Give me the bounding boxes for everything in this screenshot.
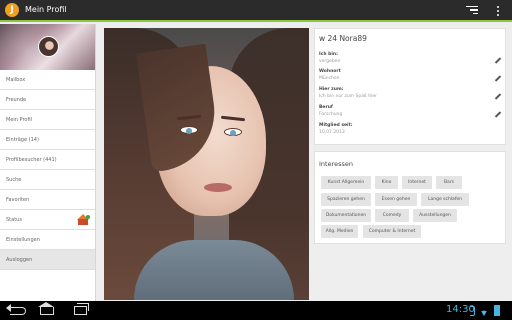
home-icon[interactable]: [38, 302, 54, 315]
interest-chip[interactable]: Essen gehen: [375, 193, 417, 206]
sidebar-item-mailbox[interactable]: Mailbox: [0, 70, 95, 90]
profile-header[interactable]: [0, 24, 95, 70]
battery-icon: [494, 305, 500, 316]
edit-residence-icon[interactable]: [495, 76, 501, 82]
interests-card: Interessen Kunst Allgemein Kino Internet…: [314, 151, 506, 244]
interest-chip[interactable]: Ausstellungen: [413, 209, 457, 222]
sidebar-item-label: Mein Profil: [6, 117, 33, 123]
sidebar-item-settings[interactable]: Einstellungen: [0, 230, 95, 250]
edit-occupation-icon[interactable]: [495, 112, 501, 118]
interest-chip[interactable]: Dokumentationen: [321, 209, 371, 222]
interest-chip[interactable]: Lange schlafen: [421, 193, 469, 206]
field-member-since: Mitglied seit: 10.07.2013: [319, 123, 353, 135]
edit-relationship-icon[interactable]: [495, 58, 501, 64]
interest-chip[interactable]: Bars: [436, 176, 462, 189]
sidebar-item-favorites[interactable]: Favoriten: [0, 190, 95, 210]
back-icon[interactable]: [6, 304, 26, 315]
page-title: Mein Profil: [25, 5, 67, 14]
field-relationship: Ich bin: vergeben: [319, 52, 341, 64]
interests-title: Interessen: [319, 160, 354, 168]
interest-chip[interactable]: Internet: [402, 176, 432, 189]
sidebar-item-label: Favoriten: [6, 197, 30, 203]
interest-chip[interactable]: Allg. Medien: [321, 225, 358, 238]
interest-chip[interactable]: Kunst Allgemein: [321, 176, 371, 189]
sidebar-item-label: Mailbox: [6, 77, 26, 83]
sidebar-item-logout[interactable]: Ausloggen: [0, 250, 95, 270]
sidebar-item-label: Profilbesucher (441): [6, 157, 57, 163]
edit-here-for-icon[interactable]: [495, 94, 501, 100]
sidebar-item-entries[interactable]: Einträge (14): [0, 130, 95, 150]
recent-apps-icon[interactable]: [74, 303, 89, 315]
interest-chip[interactable]: Spazieren gehen: [321, 193, 371, 206]
sidebar-item-label: Einstellungen: [6, 237, 40, 243]
field-occupation: Beruf Forschung: [319, 105, 343, 117]
wifi-icon: [478, 306, 490, 316]
sidebar-item-search[interactable]: Suche: [0, 170, 95, 190]
app-logo-icon[interactable]: J: [5, 3, 19, 17]
avatar[interactable]: [38, 36, 59, 57]
filter-icon[interactable]: [466, 6, 478, 16]
sidebar-item-label: Freunde: [6, 97, 27, 103]
sidebar-item-label: Status: [6, 217, 22, 223]
profile-info-card: w 24 Nora89 Ich bin: vergeben Wohnort Mü…: [314, 28, 506, 145]
action-bar: J Mein Profil: [0, 0, 512, 22]
system-navigation-bar: 14:30: [0, 301, 512, 320]
sidebar-item-profile-visitors[interactable]: Profilbesucher (441): [0, 150, 95, 170]
bluetooth-icon: [470, 306, 475, 316]
profile-photo[interactable]: [104, 28, 309, 300]
field-residence: Wohnort München: [319, 69, 341, 81]
sidebar-item-my-profile[interactable]: Mein Profil: [0, 110, 95, 130]
app-root: J Mein Profil Mailbox Freunde Mein Profi…: [0, 0, 512, 320]
sidebar: Mailbox Freunde Mein Profil Einträge (14…: [0, 24, 96, 301]
overflow-menu-icon[interactable]: [496, 6, 500, 17]
status-house-icon: [77, 214, 90, 225]
interest-chip[interactable]: Kino: [375, 176, 398, 189]
interest-chip[interactable]: Comedy: [375, 209, 409, 222]
sidebar-item-label: Einträge (14): [6, 137, 39, 143]
field-here-for: Hier zum: Ich bin nur zum Spaß hier: [319, 87, 377, 99]
interest-chip[interactable]: Computer & Internet: [363, 225, 421, 238]
profile-title: w 24 Nora89: [319, 34, 367, 43]
sidebar-item-label: Suche: [6, 177, 22, 183]
sidebar-item-label: Ausloggen: [6, 257, 33, 263]
sidebar-item-status[interactable]: Status: [0, 210, 95, 230]
sidebar-item-friends[interactable]: Freunde: [0, 90, 95, 110]
